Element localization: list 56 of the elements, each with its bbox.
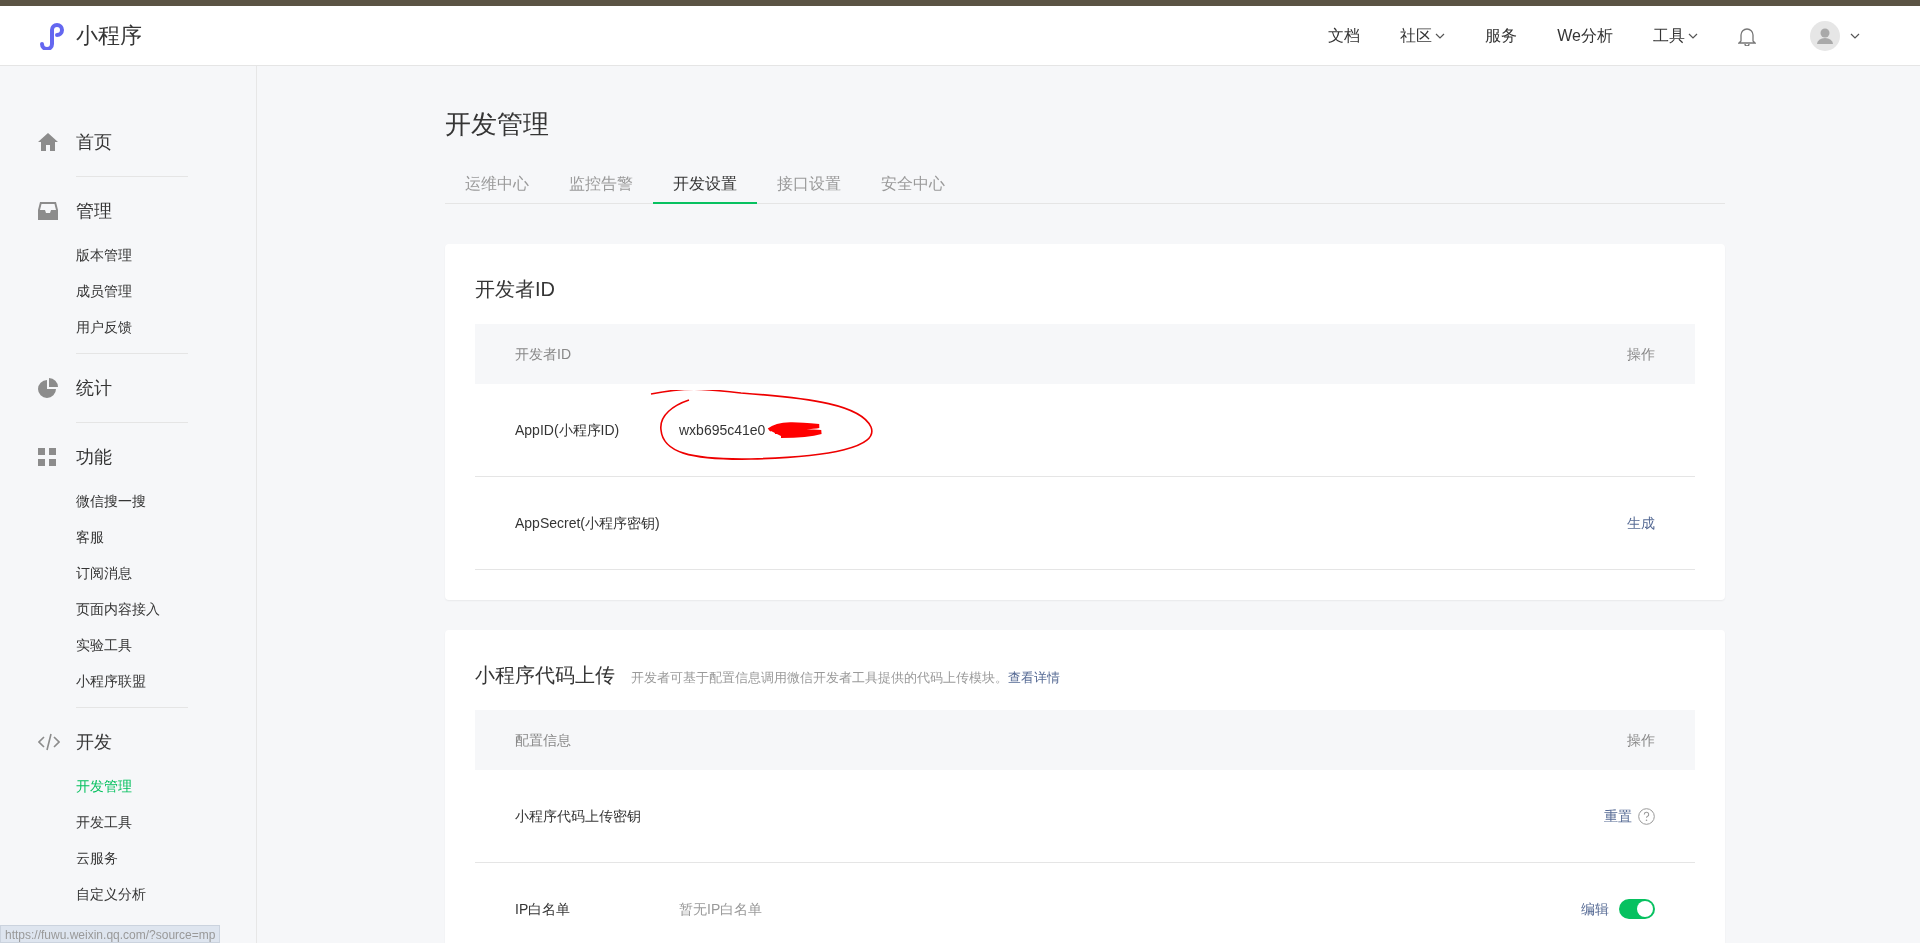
card-title: 开发者ID xyxy=(475,277,555,302)
sidebar-section[interactable]: 开发 xyxy=(30,716,256,768)
pie-chart-icon xyxy=(38,378,58,398)
home-icon xyxy=(38,133,58,151)
row-label: AppID(小程序ID) xyxy=(515,420,621,440)
edit-link[interactable]: 编辑 xyxy=(1581,898,1609,920)
column-header: 操作 xyxy=(1627,344,1655,364)
caret-icon xyxy=(1688,32,1698,39)
toggle-switch[interactable] xyxy=(1619,899,1655,919)
card-description: 开发者可基于配置信息调用微信开发者工具提供的代码上传模块。查看详情 xyxy=(631,669,1060,687)
sidebar-item[interactable]: 用户反馈 xyxy=(76,309,256,345)
row-label: 小程序代码上传密钥 xyxy=(515,806,642,826)
sidebar-item[interactable]: 小程序联盟 xyxy=(76,663,256,699)
code-icon xyxy=(38,733,60,751)
sidebar-item[interactable]: 页面内容接入 xyxy=(76,591,256,627)
column-header: 配置信息 xyxy=(515,730,571,750)
sidebar-section[interactable]: 管理 xyxy=(30,185,256,237)
sidebar-item[interactable]: 成员管理 xyxy=(76,273,256,309)
sidebar-item[interactable]: 实验工具 xyxy=(76,627,256,663)
caret-icon xyxy=(1435,32,1446,39)
sidebar-item[interactable]: 开发工具 xyxy=(76,804,256,840)
sidebar-item[interactable]: 微信搜一搜 xyxy=(76,483,256,519)
nav-link[interactable]: 文档 xyxy=(1328,23,1361,48)
sidebar-item[interactable]: 版本管理 xyxy=(76,237,256,273)
nav-link[interactable]: 社区 xyxy=(1400,23,1446,48)
sidebar-section[interactable]: 统计 xyxy=(30,362,256,414)
logo-text: 小程序 xyxy=(76,22,142,50)
details-link[interactable]: 查看详情 xyxy=(1008,670,1060,685)
status-url: https://fuwu.weixin.qq.com/?source=mp xyxy=(0,925,221,943)
generate-link[interactable]: 生成 xyxy=(1627,512,1655,534)
row-value: 暂无IP白名单 xyxy=(679,899,763,919)
grid-icon xyxy=(38,448,56,466)
avatar-icon[interactable] xyxy=(1810,20,1840,51)
nav-link[interactable]: We分析 xyxy=(1557,23,1613,48)
sidebar-item[interactable]: 云服务 xyxy=(76,840,256,876)
row-label: IP白名单 xyxy=(515,899,572,919)
inbox-icon xyxy=(38,202,58,220)
caret-icon xyxy=(1850,32,1860,39)
page-title: 开发管理 xyxy=(445,108,550,141)
sidebar-item[interactable]: 自定义分析 xyxy=(76,876,256,912)
logo-icon xyxy=(38,21,66,50)
column-header: 操作 xyxy=(1627,730,1655,750)
sidebar-item[interactable]: 订阅消息 xyxy=(76,555,256,591)
column-header: 开发者ID xyxy=(515,344,571,364)
sidebar-section[interactable]: 功能 xyxy=(30,431,256,483)
nav-link[interactable]: 工具 xyxy=(1653,23,1698,48)
help-icon[interactable] xyxy=(1638,807,1655,825)
sidebar-item[interactable]: 客服 xyxy=(76,519,256,555)
row-label: AppSecret(小程序密钥) xyxy=(515,513,661,533)
app-id-value: wxb695c41e0 xyxy=(679,420,766,440)
card-title: 小程序代码上传 xyxy=(475,663,615,688)
reset-link[interactable]: 重置 xyxy=(1604,805,1632,827)
sidebar-section[interactable]: 首页 xyxy=(30,116,256,168)
bell-icon[interactable] xyxy=(1738,25,1756,46)
nav-link[interactable]: 服务 xyxy=(1485,23,1518,48)
tab[interactable]: 开发设置 xyxy=(653,164,757,204)
